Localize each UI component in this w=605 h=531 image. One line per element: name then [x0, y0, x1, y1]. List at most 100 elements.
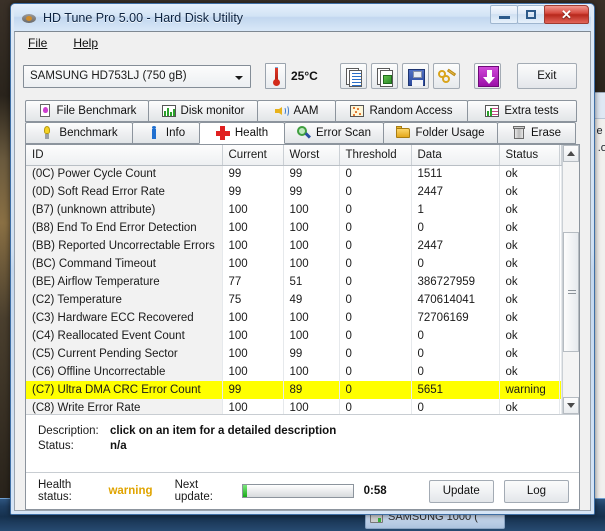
tab-folder-usage[interactable]: Folder Usage: [383, 122, 498, 144]
row-threshold: 0: [339, 237, 412, 255]
row-current: 77: [222, 273, 284, 291]
settings-icon: [437, 68, 457, 85]
tab-file-benchmark[interactable]: File Benchmark: [25, 100, 149, 122]
table-row[interactable]: (B7) (unknown attribute) 100 100 0 1 ok: [26, 201, 562, 219]
col-id[interactable]: ID: [26, 145, 223, 166]
grip-icon: [568, 288, 576, 294]
table-row[interactable]: (C8) Write Error Rate 100 100 0 0 ok: [26, 399, 562, 414]
status-label: Status:: [38, 440, 74, 452]
table-row[interactable]: (BB) Reported Uncorrectable Errors 100 100…: [26, 237, 562, 255]
col-worst[interactable]: Worst: [283, 145, 340, 166]
exit-button-label: Exit: [537, 70, 557, 82]
description-value: click on an item for a detailed descript…: [110, 425, 337, 437]
scroll-down-button[interactable]: [563, 397, 579, 414]
tab-aam[interactable]: AAM: [257, 100, 336, 122]
settings-button[interactable]: [432, 63, 460, 89]
window-title: HD Tune Pro 5.00 - Hard Disk Utility: [43, 10, 244, 25]
col-current[interactable]: Current: [222, 145, 284, 166]
row-worst: 100: [283, 219, 340, 237]
row-data: 2447: [411, 237, 500, 255]
row-id: (C8) Write Error Rate: [26, 399, 223, 414]
table-row[interactable]: (C2) Temperature 75 49 0 470614041 ok: [26, 291, 562, 309]
row-id: (0D) Soft Read Error Rate: [26, 183, 223, 201]
window-frame: HD Tune Pro 5.00 - Hard Disk Utility ✕ F…: [11, 4, 594, 514]
row-worst: 100: [283, 255, 340, 273]
table-row[interactable]: (B8) End To End Error Detection 100 100 0 0 o…: [26, 219, 562, 237]
row-threshold: 0: [339, 219, 412, 237]
menu-file-label: File: [28, 36, 48, 50]
tab-error-scan[interactable]: Error Scan: [284, 122, 384, 144]
detail-area: Description: click on an item for a deta…: [26, 415, 579, 473]
scroll-up-button[interactable]: [563, 145, 579, 162]
tab-erase[interactable]: Erase: [497, 122, 576, 144]
tab-error-scan-label: Error Scan: [316, 127, 371, 139]
chevron-down-icon: [235, 75, 243, 80]
maximize-button[interactable]: [517, 5, 545, 24]
table-row[interactable]: (C3) Hardware ECC Recovered 100 100 0 727061…: [26, 309, 562, 327]
menu-file[interactable]: File: [23, 34, 52, 52]
row-current: 100: [222, 309, 284, 327]
tab-random-access-label: Random Access: [369, 105, 453, 117]
scrollbar-track[interactable]: [563, 162, 579, 397]
drive-select[interactable]: SAMSUNG HD753LJ (750 gB): [23, 64, 251, 88]
maximize-icon: [526, 10, 536, 19]
row-worst: 51: [283, 273, 340, 291]
vertical-scrollbar[interactable]: [562, 145, 579, 414]
close-button[interactable]: ✕: [544, 5, 589, 24]
table-row[interactable]: (0C) Power Cycle Count 99 99 0 1511 ok: [26, 165, 562, 183]
table-row[interactable]: (C7) Ultra DMA CRC Error Count 99 89 0 5651 w…: [26, 381, 562, 399]
minimize-button[interactable]: [490, 5, 518, 24]
toolbar-buttons: [339, 63, 501, 89]
tab-disk-monitor[interactable]: Disk monitor: [148, 100, 258, 122]
table-row[interactable]: (C5) Current Pending Sector 100 99 0 0 ok: [26, 345, 562, 363]
info-icon: [147, 126, 161, 140]
row-data: 5651: [411, 381, 500, 399]
tab-extra-tests[interactable]: Extra tests: [467, 100, 577, 122]
close-icon: ✕: [561, 7, 572, 22]
table-row[interactable]: (0D) Soft Read Error Rate 99 99 0 2447 ok: [26, 183, 562, 201]
row-data: 1: [411, 201, 500, 219]
tab-benchmark[interactable]: Benchmark: [25, 122, 133, 144]
disk-monitor-icon: [161, 104, 176, 118]
copy-text-button[interactable]: [339, 63, 367, 89]
tab-health[interactable]: Health: [199, 122, 285, 144]
table-row[interactable]: (BC) Command Timeout 100 100 0 0 ok: [26, 255, 562, 273]
exit-button[interactable]: Exit: [516, 63, 577, 89]
row-status: ok: [499, 363, 560, 381]
row-data: 470614041: [411, 291, 500, 309]
copy-image-button[interactable]: [370, 63, 398, 89]
row-current: 100: [222, 201, 284, 219]
menu-help[interactable]: Help: [68, 34, 103, 52]
download-button[interactable]: [473, 63, 501, 89]
titlebar[interactable]: HD Tune Pro 5.00 - Hard Disk Utility ✕: [14, 4, 591, 31]
row-status: ok: [499, 327, 560, 345]
status-value: n/a: [110, 440, 127, 452]
col-threshold[interactable]: Threshold: [339, 145, 412, 166]
col-status[interactable]: Status: [499, 145, 560, 166]
row-id: (B8) End To End Error Detection: [26, 219, 223, 237]
row-current: 99: [222, 381, 284, 399]
tab-aam-label: AAM: [293, 105, 319, 117]
table-row[interactable]: (BE) Airflow Temperature 77 51 0 386727959 ok: [26, 273, 562, 291]
table-header-row: ID Current Worst Threshold Data Status: [26, 145, 562, 166]
row-id: (C3) Hardware ECC Recovered: [26, 309, 223, 327]
tab-random-access[interactable]: Random Access: [335, 100, 468, 122]
health-status-label: Health status:: [38, 479, 72, 503]
save-button[interactable]: [401, 63, 429, 89]
row-current: 100: [222, 399, 284, 414]
log-button[interactable]: Log: [503, 479, 569, 503]
row-status: ok: [499, 165, 560, 183]
row-status: ok: [499, 237, 560, 255]
update-button[interactable]: Update: [428, 479, 494, 503]
row-data: 72706169: [411, 309, 500, 327]
row-status: ok: [499, 255, 560, 273]
table-row[interactable]: (C6) Offline Uncorrectable 100 100 0 0 ok: [26, 363, 562, 381]
health-panel: ID Current Worst Threshold Data Status (…: [25, 144, 580, 510]
tab-info[interactable]: Info: [132, 122, 200, 144]
copy-image-icon: [379, 70, 393, 87]
next-update-progressbar: [242, 484, 354, 498]
col-data[interactable]: Data: [411, 145, 500, 166]
table-row[interactable]: (C4) Reallocated Event Count 100 100 0 0 ok: [26, 327, 562, 345]
scrollbar-thumb[interactable]: [563, 232, 579, 352]
save-icon: [407, 69, 425, 86]
